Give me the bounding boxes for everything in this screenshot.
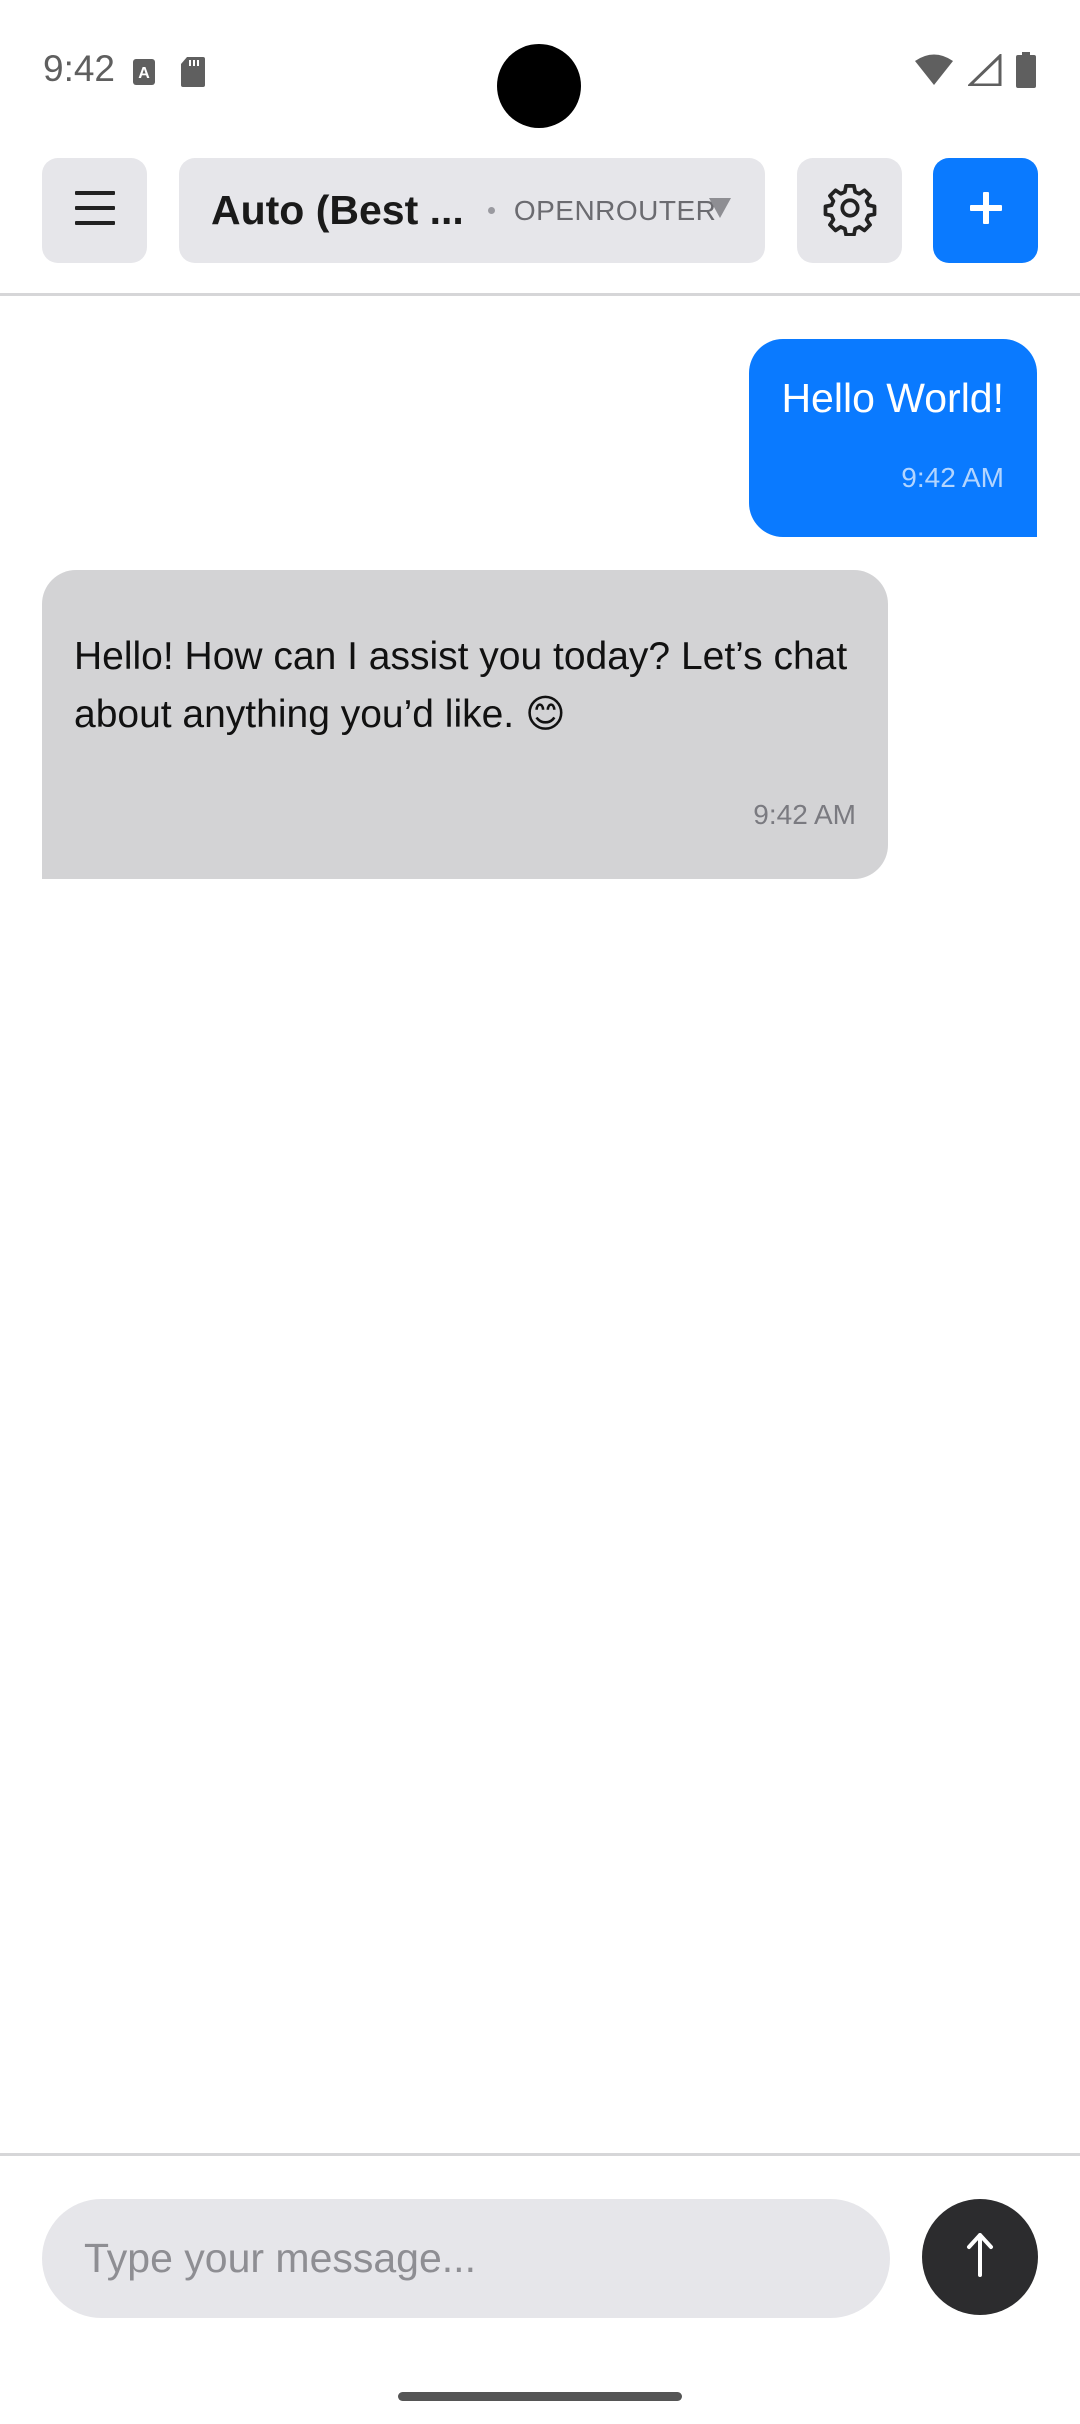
model-selector[interactable]: Auto (Best ... OPENROUTER [179, 158, 765, 263]
message-time: 9:42 AM [901, 462, 1004, 493]
status-bar: 9:42 A [0, 0, 1080, 140]
dropdown-caret-icon [709, 198, 731, 218]
message-input[interactable] [42, 2199, 890, 2318]
home-indicator[interactable] [398, 2392, 682, 2401]
composer [0, 2153, 1080, 2424]
status-right-icons [914, 52, 1036, 93]
plus-icon [967, 189, 1005, 232]
model-name: Auto (Best ... [211, 187, 464, 233]
assistant-message-bubble: Hello! How can I assist you today? Let’s… [42, 570, 888, 879]
chat-area[interactable]: Hello World! 9:42 AM Hello! How can I as… [0, 296, 1080, 2153]
app-header: Auto (Best ... OPENROUTER [0, 140, 1080, 296]
status-left-icons: A [132, 56, 206, 93]
message-text: Hello! How can I assist you today? Let’s… [74, 635, 848, 736]
arrow-up-icon [965, 2232, 995, 2282]
send-button[interactable] [922, 2199, 1038, 2315]
text-a-icon: A [132, 58, 156, 91]
separator-dot [487, 207, 495, 214]
cell-signal-icon [966, 52, 1002, 91]
message-time: 9:42 AM [753, 799, 856, 830]
menu-button[interactable] [42, 158, 147, 263]
battery-icon [1016, 52, 1036, 93]
message-text: Hello World! [781, 375, 1004, 421]
gear-icon [822, 180, 878, 241]
sd-card-icon [180, 56, 206, 93]
new-chat-button[interactable] [933, 158, 1038, 263]
model-provider: OPENROUTER [513, 194, 717, 226]
status-time: 9:42 [43, 48, 116, 89]
front-camera [497, 44, 581, 128]
wifi-icon [914, 54, 954, 91]
settings-button[interactable] [797, 158, 902, 263]
hamburger-menu-icon [73, 188, 117, 233]
user-message-bubble: Hello World! 9:42 AM [749, 339, 1037, 537]
svg-text:A: A [138, 65, 150, 82]
